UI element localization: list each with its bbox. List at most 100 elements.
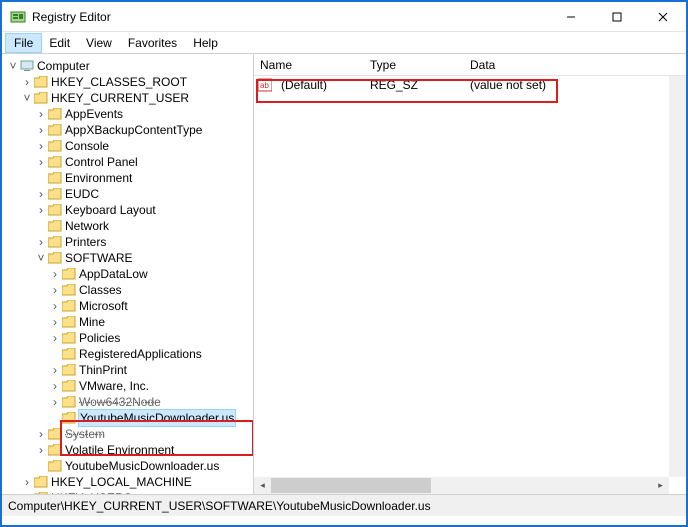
list-header: Name Type Data bbox=[254, 54, 686, 76]
collapse-icon[interactable]: ˅ bbox=[20, 90, 34, 106]
value-name: (Default) bbox=[275, 78, 364, 92]
expand-icon[interactable]: › bbox=[48, 378, 62, 394]
tree-item-wow6432[interactable]: ›Wow6432Node bbox=[6, 394, 253, 410]
tree-item-console[interactable]: ›Console bbox=[6, 138, 253, 154]
expand-icon[interactable]: › bbox=[48, 330, 62, 346]
tree-item-regapps[interactable]: RegisteredApplications bbox=[6, 346, 253, 362]
tree-item-network[interactable]: Network bbox=[6, 218, 253, 234]
tree-item-appxbackup[interactable]: ›AppXBackupContentType bbox=[6, 122, 253, 138]
folder-icon bbox=[62, 284, 76, 296]
folder-icon bbox=[34, 92, 48, 104]
expand-icon[interactable]: › bbox=[34, 154, 48, 170]
expand-icon[interactable]: › bbox=[48, 394, 62, 410]
tree-item-eudc[interactable]: ›EUDC bbox=[6, 186, 253, 202]
tree-item-thinprint[interactable]: ›ThinPrint bbox=[6, 362, 253, 378]
tree-item-controlpanel[interactable]: ›Control Panel bbox=[6, 154, 253, 170]
tree-item-volatile[interactable]: ›Volatile Environment bbox=[6, 442, 253, 458]
list-pane: Name Type Data ab (Default) REG_SZ (valu… bbox=[254, 54, 686, 494]
tree-item-vmware[interactable]: ›VMware, Inc. bbox=[6, 378, 253, 394]
tree-item-software[interactable]: ˅SOFTWARE bbox=[6, 250, 253, 266]
expand-icon[interactable]: › bbox=[48, 282, 62, 298]
menubar: File Edit View Favorites Help bbox=[2, 32, 686, 54]
tree-item-classes[interactable]: ›Classes bbox=[6, 282, 253, 298]
expand-icon[interactable]: › bbox=[48, 314, 62, 330]
string-value-icon: ab bbox=[258, 78, 272, 92]
tree-item-computer[interactable]: ˅Computer bbox=[6, 58, 253, 74]
scrollbar-horizontal[interactable]: ◂ ▸ bbox=[254, 477, 669, 494]
value-data: (value not set) bbox=[464, 78, 686, 92]
scroll-left-icon[interactable]: ◂ bbox=[254, 477, 271, 494]
expand-icon[interactable]: › bbox=[48, 362, 62, 378]
folder-icon bbox=[62, 300, 76, 312]
titlebar: Registry Editor bbox=[2, 2, 686, 32]
window-title: Registry Editor bbox=[32, 10, 548, 24]
tree-item-printers[interactable]: ›Printers bbox=[6, 234, 253, 250]
expand-icon[interactable]: › bbox=[20, 474, 34, 490]
collapse-icon[interactable]: ˅ bbox=[6, 58, 20, 74]
computer-icon bbox=[20, 60, 34, 72]
expand-icon[interactable]: › bbox=[34, 234, 48, 250]
column-header-name[interactable]: Name bbox=[254, 58, 364, 72]
list-row[interactable]: ab (Default) REG_SZ (value not set) bbox=[254, 76, 686, 94]
expand-icon[interactable]: › bbox=[34, 138, 48, 154]
tree-item-hku[interactable]: ›HKEY_USERS bbox=[6, 490, 253, 494]
expand-icon[interactable]: › bbox=[20, 74, 34, 90]
folder-icon bbox=[62, 380, 76, 392]
folder-icon bbox=[34, 76, 48, 88]
expand-icon[interactable]: › bbox=[34, 426, 48, 442]
menu-help[interactable]: Help bbox=[185, 34, 226, 52]
expand-icon[interactable]: › bbox=[34, 122, 48, 138]
expand-icon[interactable]: › bbox=[34, 186, 48, 202]
expand-icon[interactable]: › bbox=[34, 442, 48, 458]
menu-edit[interactable]: Edit bbox=[41, 34, 78, 52]
expand-icon[interactable]: › bbox=[20, 490, 34, 494]
expand-icon[interactable]: › bbox=[34, 202, 48, 218]
folder-icon bbox=[62, 348, 76, 360]
menu-file[interactable]: File bbox=[6, 34, 41, 52]
tree-item-system[interactable]: ›System bbox=[6, 426, 253, 442]
tree-item-mine[interactable]: ›Mine bbox=[6, 314, 253, 330]
folder-icon bbox=[34, 476, 48, 488]
folder-icon bbox=[48, 460, 62, 472]
tree-item-microsoft[interactable]: ›Microsoft bbox=[6, 298, 253, 314]
statusbar: Computer\HKEY_CURRENT_USER\SOFTWARE\Yout… bbox=[2, 494, 686, 516]
tree-item-youtubemusicdownloader[interactable]: YoutubeMusicDownloader.us bbox=[6, 410, 253, 426]
value-type: REG_SZ bbox=[364, 78, 464, 92]
tree-item-policies[interactable]: ›Policies bbox=[6, 330, 253, 346]
tree-item-appdatalow[interactable]: ›AppDataLow bbox=[6, 266, 253, 282]
menu-favorites[interactable]: Favorites bbox=[120, 34, 185, 52]
scrollbar-vertical[interactable] bbox=[669, 76, 686, 477]
column-header-type[interactable]: Type bbox=[364, 58, 464, 72]
folder-icon bbox=[48, 156, 62, 168]
minimize-button[interactable] bbox=[548, 2, 594, 31]
tree-item-hkcr[interactable]: ›HKEY_CLASSES_ROOT bbox=[6, 74, 253, 90]
folder-icon bbox=[62, 412, 76, 424]
tree-item-appevents[interactable]: ›AppEvents bbox=[6, 106, 253, 122]
expand-icon[interactable]: › bbox=[48, 266, 62, 282]
tree-item-hklm[interactable]: ›HKEY_LOCAL_MACHINE bbox=[6, 474, 253, 490]
content: ˅Computer ›HKEY_CLASSES_ROOT ˅HKEY_CURRE… bbox=[2, 54, 686, 494]
status-path: Computer\HKEY_CURRENT_USER\SOFTWARE\Yout… bbox=[8, 499, 431, 513]
scrollbar-thumb[interactable] bbox=[271, 478, 431, 493]
tree-pane[interactable]: ˅Computer ›HKEY_CLASSES_ROOT ˅HKEY_CURRE… bbox=[2, 54, 254, 494]
tree-item-hkcu[interactable]: ˅HKEY_CURRENT_USER bbox=[6, 90, 253, 106]
folder-icon bbox=[62, 332, 76, 344]
tree-item-youtubemusicdownloader-2[interactable]: YoutubeMusicDownloader.us bbox=[6, 458, 253, 474]
folder-icon bbox=[62, 268, 76, 280]
tree-item-environment[interactable]: Environment bbox=[6, 170, 253, 186]
scroll-right-icon[interactable]: ▸ bbox=[652, 477, 669, 494]
column-header-data[interactable]: Data bbox=[464, 58, 686, 72]
maximize-button[interactable] bbox=[594, 2, 640, 31]
tree-item-keyboard[interactable]: ›Keyboard Layout bbox=[6, 202, 253, 218]
close-button[interactable] bbox=[640, 2, 686, 31]
folder-icon bbox=[48, 428, 62, 440]
window-controls bbox=[548, 2, 686, 31]
menu-view[interactable]: View bbox=[78, 34, 120, 52]
expand-icon[interactable]: › bbox=[48, 298, 62, 314]
collapse-icon[interactable]: ˅ bbox=[34, 250, 48, 266]
folder-icon bbox=[48, 108, 62, 120]
expand-icon[interactable]: › bbox=[34, 106, 48, 122]
folder-icon bbox=[48, 188, 62, 200]
folder-icon bbox=[48, 220, 62, 232]
folder-icon bbox=[34, 492, 48, 494]
